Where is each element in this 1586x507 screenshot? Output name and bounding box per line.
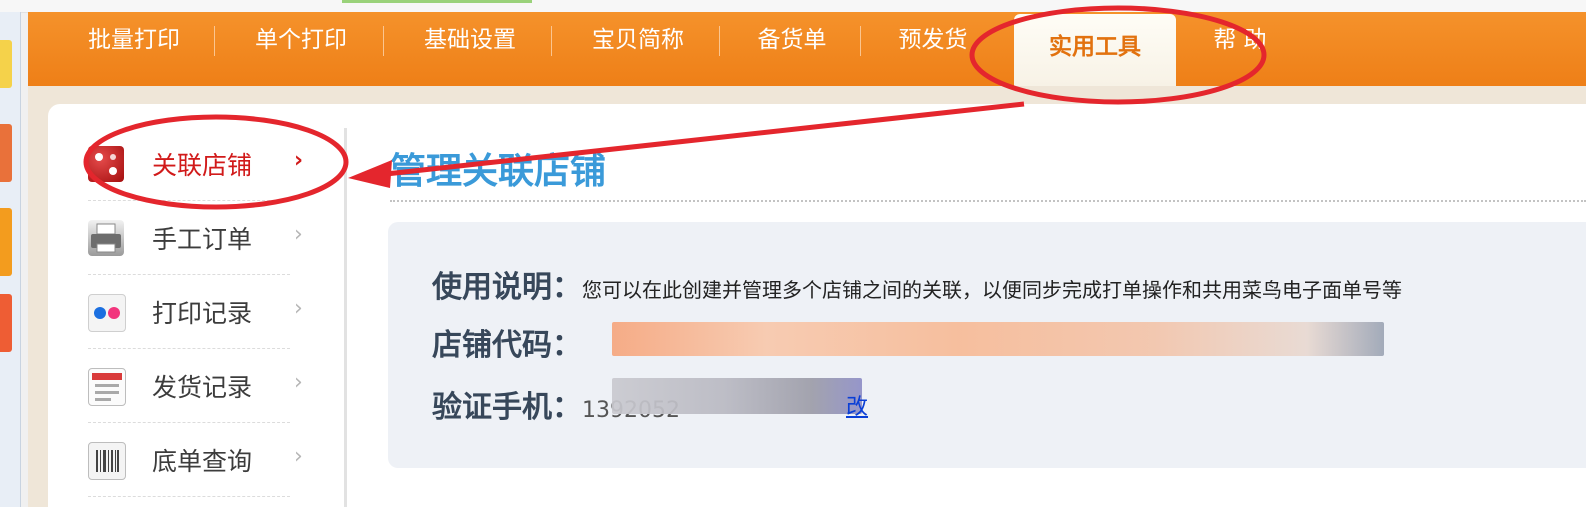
- annotation-arrow-line: [385, 101, 1025, 177]
- annotation-circle-utilities: [969, 5, 1267, 105]
- annotation-overlay: [83, 5, 1267, 210]
- annotation-circle-linked-stores: [83, 114, 349, 210]
- annotation-arrow-head: [348, 160, 392, 188]
